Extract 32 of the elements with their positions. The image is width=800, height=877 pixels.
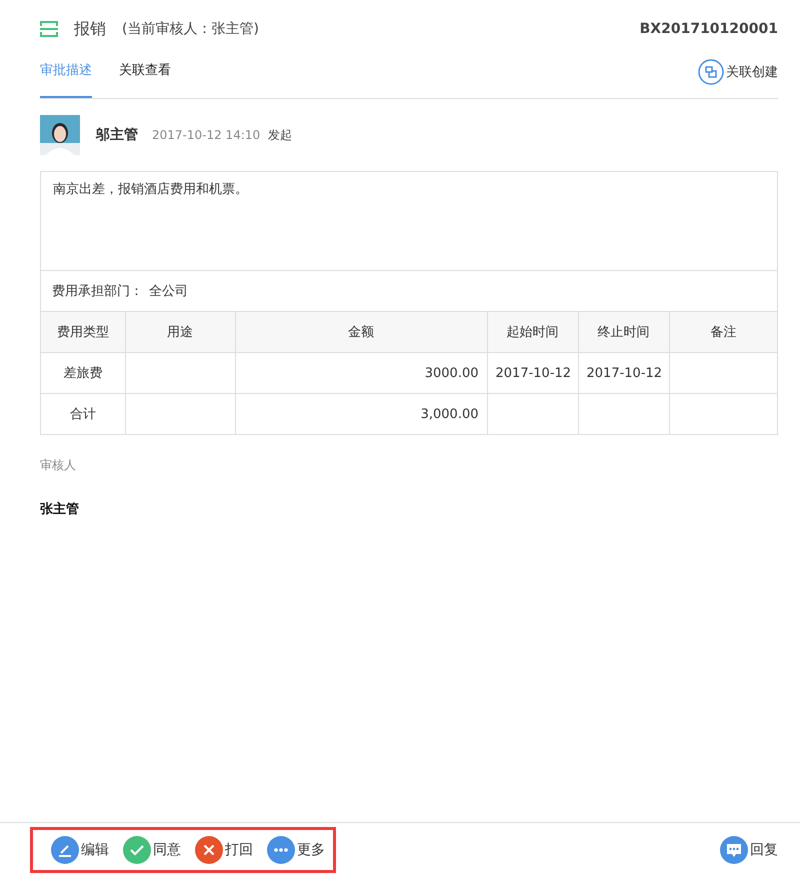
reply-button[interactable]: 回复: [720, 836, 778, 864]
table-cell: 3000.00: [424, 366, 478, 380]
column-header: 终止时间: [578, 312, 669, 352]
column-header: 起始时间: [487, 312, 578, 352]
table-cell: 合计: [70, 407, 96, 422]
column-header: 备注: [669, 312, 777, 352]
link-create-button[interactable]: 关联创建: [698, 59, 778, 85]
column-header: 用途: [125, 312, 235, 352]
table-cell: 2017-10-12: [586, 366, 662, 380]
reviewer-name: 张主管: [40, 500, 80, 518]
page-title: 报销: [74, 18, 106, 40]
description-text: 南京出差，报销酒店费用和机票。: [53, 182, 248, 197]
scan-icon: [40, 21, 58, 37]
document-number: BX201710120001: [640, 21, 778, 37]
department-value: 全公司: [149, 283, 188, 300]
tab[interactable]: 关联查看: [119, 58, 171, 98]
table-cell: 差旅费: [63, 366, 102, 381]
action-button[interactable]: 编辑: [51, 836, 109, 864]
department-label: 费用承担部门：: [52, 283, 143, 300]
submit-time: 2017-10-12 14:10: [152, 128, 260, 142]
column-header: 金额: [235, 312, 487, 352]
action-button[interactable]: 打回: [195, 836, 253, 864]
reviewers-label: 审核人: [40, 457, 77, 474]
column-header: 费用类型: [41, 312, 125, 352]
link-icon: [698, 59, 724, 85]
action-button[interactable]: 同意: [123, 836, 181, 864]
action-button[interactable]: 更多: [267, 836, 325, 864]
table-cell: 2017-10-12: [496, 366, 572, 380]
table-cell: 3,000.00: [420, 406, 478, 422]
reviewer-note: (当前审核人：张主管): [122, 20, 259, 38]
submit-action: 发起: [268, 126, 292, 144]
submitter-name: 邬主管: [96, 126, 138, 144]
